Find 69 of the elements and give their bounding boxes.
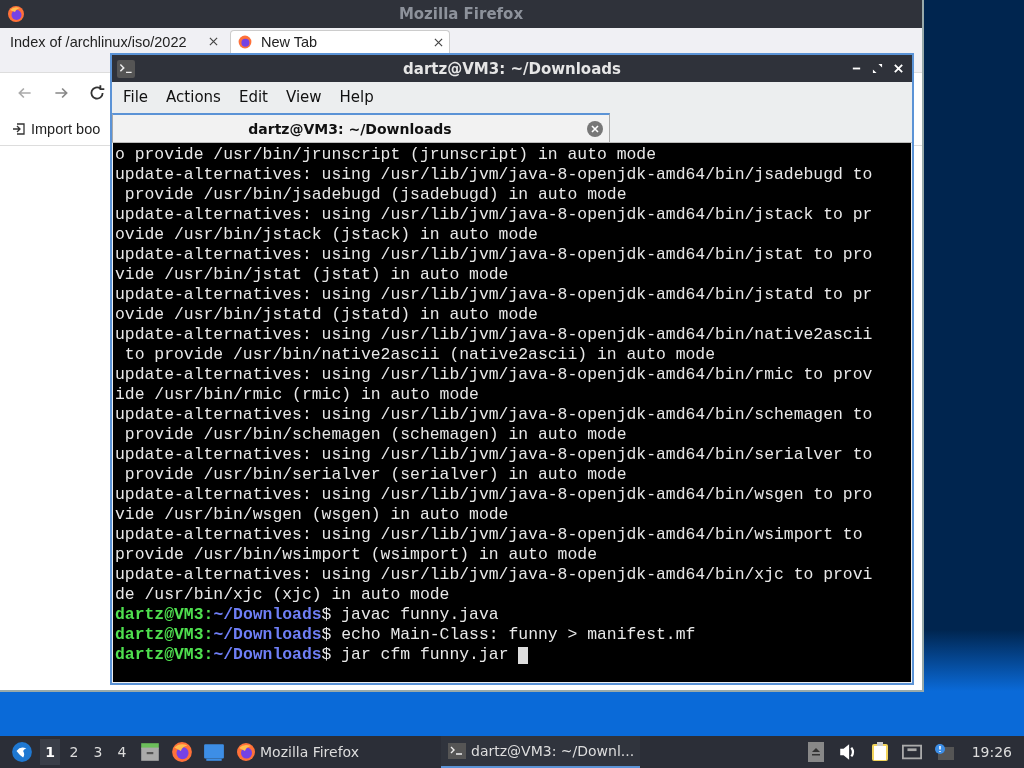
menu-item[interactable]: Actions xyxy=(157,88,230,106)
browser-tab[interactable]: Index of /archlinux/iso/2022 xyxy=(4,30,224,53)
terminal-line: update-alternatives: using /usr/lib/jvm/java-8-openjdk-amd64/bin/xjc to provi xyxy=(114,565,873,585)
terminal-line: ovide /usr/bin/jstatd (jstatd) in auto mode xyxy=(114,305,538,325)
terminal-line: vide /usr/bin/wsgen (wsgen) in auto mode xyxy=(114,505,509,525)
command-text: $ echo Main-Class: funny > manifest.mf xyxy=(321,625,696,645)
terminal-line: update-alternatives: using /usr/lib/jvm/java-8-openjdk-amd64/bin/rmic to prov xyxy=(114,365,873,385)
terminal-line: de /usr/bin/xjc (xjc) in auto mode xyxy=(114,585,450,605)
workspace-button[interactable]: 4 xyxy=(112,739,132,765)
command-text: $ javac funny.java xyxy=(321,605,499,625)
terminal-line: vide /usr/bin/jstat (jstat) in auto mode xyxy=(114,265,509,285)
browser-tab[interactable]: New Tab xyxy=(230,30,450,53)
menu-item[interactable]: File xyxy=(114,88,158,106)
reload-icon[interactable] xyxy=(88,84,106,102)
prompt-path: ~/Downloads xyxy=(213,625,322,645)
terminal-icon xyxy=(447,741,468,761)
terminal-line: provide /usr/bin/jsadebugd (jsadebugd) in auto mode xyxy=(123,185,627,205)
terminal-line: to provide /usr/bin/native2ascii (native2ascii) in auto mode xyxy=(123,345,715,365)
terminal-line: update-alternatives: using /usr/lib/jvm/java-8-openjdk-amd64/bin/serialver to xyxy=(114,445,873,465)
menu-item[interactable]: Help xyxy=(330,88,383,106)
file-cabinet-icon[interactable] xyxy=(139,741,161,763)
window-title: Mozilla Firefox xyxy=(398,5,524,23)
close-icon[interactable] xyxy=(209,37,218,46)
terminal-line: update-alternatives: using /usr/lib/jvm/java-8-openjdk-amd64/bin/jsadebugd to xyxy=(114,165,873,185)
clock: 19:26 xyxy=(971,744,1012,760)
menu-item[interactable]: Edit xyxy=(229,88,277,106)
terminal-line: update-alternatives: using /usr/lib/jvm/java-8-openjdk-amd64/bin/jstack to pr xyxy=(114,205,873,225)
close-icon[interactable] xyxy=(434,37,443,47)
terminal-line: update-alternatives: using /usr/lib/jvm/java-8-openjdk-amd64/bin/schemagen to xyxy=(114,405,873,425)
taskbar-button[interactable]: Mozilla Firefox xyxy=(230,736,366,768)
terminal-line: update-alternatives: using /usr/lib/jvm/java-8-openjdk-amd64/bin/jstatd to pr xyxy=(114,285,873,305)
taskbar-button[interactable]: dartz@VM3: ~/Downl... xyxy=(441,736,641,768)
prompt-user: dartz@VM3: xyxy=(115,625,214,645)
firefox-icon xyxy=(6,4,26,24)
firefox-icon[interactable] xyxy=(171,741,193,763)
menu-item[interactable]: View xyxy=(276,88,331,106)
terminal-line: update-alternatives: using /usr/lib/jvm/java-8-openjdk-amd64/bin/wsimport to xyxy=(114,525,863,545)
terminal-line: provide /usr/bin/schemagen (schemagen) in auto mode xyxy=(123,425,627,445)
terminal-icon xyxy=(117,59,135,78)
clipboard-icon[interactable] xyxy=(869,742,890,762)
text-cursor xyxy=(518,646,529,664)
firefox-icon xyxy=(236,742,256,762)
terminal-line: update-alternatives: using /usr/lib/jvm/java-8-openjdk-amd64/bin/wsgen to pro xyxy=(114,485,873,505)
start-menu-icon[interactable] xyxy=(11,741,33,763)
prompt-user: dartz@VM3: xyxy=(115,645,214,665)
network-icon[interactable] xyxy=(901,742,922,762)
workspace-button[interactable]: 1 xyxy=(40,739,60,765)
maximize-icon[interactable] xyxy=(872,63,883,74)
workspace-button[interactable]: 3 xyxy=(88,739,108,765)
window-title: dartz@VM3: ~/Downloads xyxy=(403,59,621,78)
terminal-line: o provide /usr/bin/jrunscript (jrunscript) in auto mode xyxy=(114,145,656,165)
import-icon xyxy=(12,122,26,136)
firefox-icon xyxy=(237,34,253,50)
prompt-path: ~/Downloads xyxy=(213,605,322,625)
bookmark-item[interactable]: Import boo xyxy=(12,121,101,137)
desktop-icon[interactable] xyxy=(203,741,225,763)
terminal-line: provide /usr/bin/serialver (serialver) in auto mode xyxy=(123,465,627,485)
prompt-path: ~/Downloads xyxy=(213,645,322,665)
terminal-line: ide /usr/bin/rmic (rmic) in auto mode xyxy=(114,385,479,405)
terminal-line: ovide /usr/bin/jstack (jstack) in auto mode xyxy=(114,225,538,245)
terminal-tab[interactable]: dartz@VM3: ~/Downloads xyxy=(112,113,610,142)
eject-icon[interactable] xyxy=(805,742,826,762)
terminal-line: provide /usr/bin/wsimport (wsimport) in auto mode xyxy=(114,545,597,565)
notification-icon[interactable] xyxy=(933,742,954,762)
terminal-line: update-alternatives: using /usr/lib/jvm/java-8-openjdk-amd64/bin/native2ascii xyxy=(114,325,873,345)
terminal-line: update-alternatives: using /usr/lib/jvm/java-8-openjdk-amd64/bin/jstat to pro xyxy=(114,245,873,265)
workspace-button[interactable]: 2 xyxy=(64,739,84,765)
command-text: $ jar cfm funny.jar xyxy=(321,645,510,665)
prompt-user: dartz@VM3: xyxy=(115,605,214,625)
